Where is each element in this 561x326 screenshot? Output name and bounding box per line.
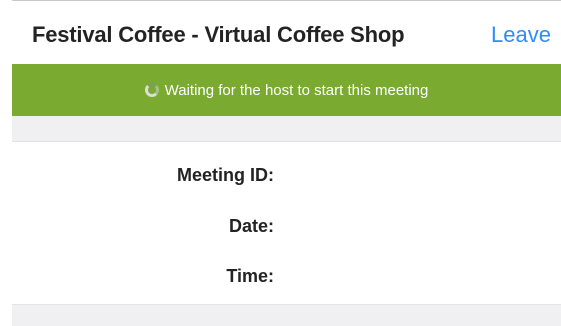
meeting-waiting-screen: Festival Coffee - Virtual Coffee Shop Le… xyxy=(0,0,561,326)
meeting-time-label: Time: xyxy=(226,266,274,286)
meeting-date-label: Date: xyxy=(228,216,274,236)
meeting-header: Festival Coffee - Virtual Coffee Shop Le… xyxy=(0,1,561,64)
leave-button[interactable]: Leave xyxy=(491,22,551,48)
section-divider-top xyxy=(12,116,561,142)
loading-spinner-icon xyxy=(144,83,159,97)
section-divider-bottom xyxy=(12,304,561,326)
meeting-details: Meeting ID: Date: Time: xyxy=(12,142,561,304)
meeting-id-label: Meeting ID: xyxy=(177,165,274,185)
waiting-banner: Waiting for the host to start this meeti… xyxy=(12,64,561,116)
meeting-title: Festival Coffee - Virtual Coffee Shop xyxy=(32,22,405,47)
waiting-status-text: Waiting for the host to start this meeti… xyxy=(164,81,429,99)
